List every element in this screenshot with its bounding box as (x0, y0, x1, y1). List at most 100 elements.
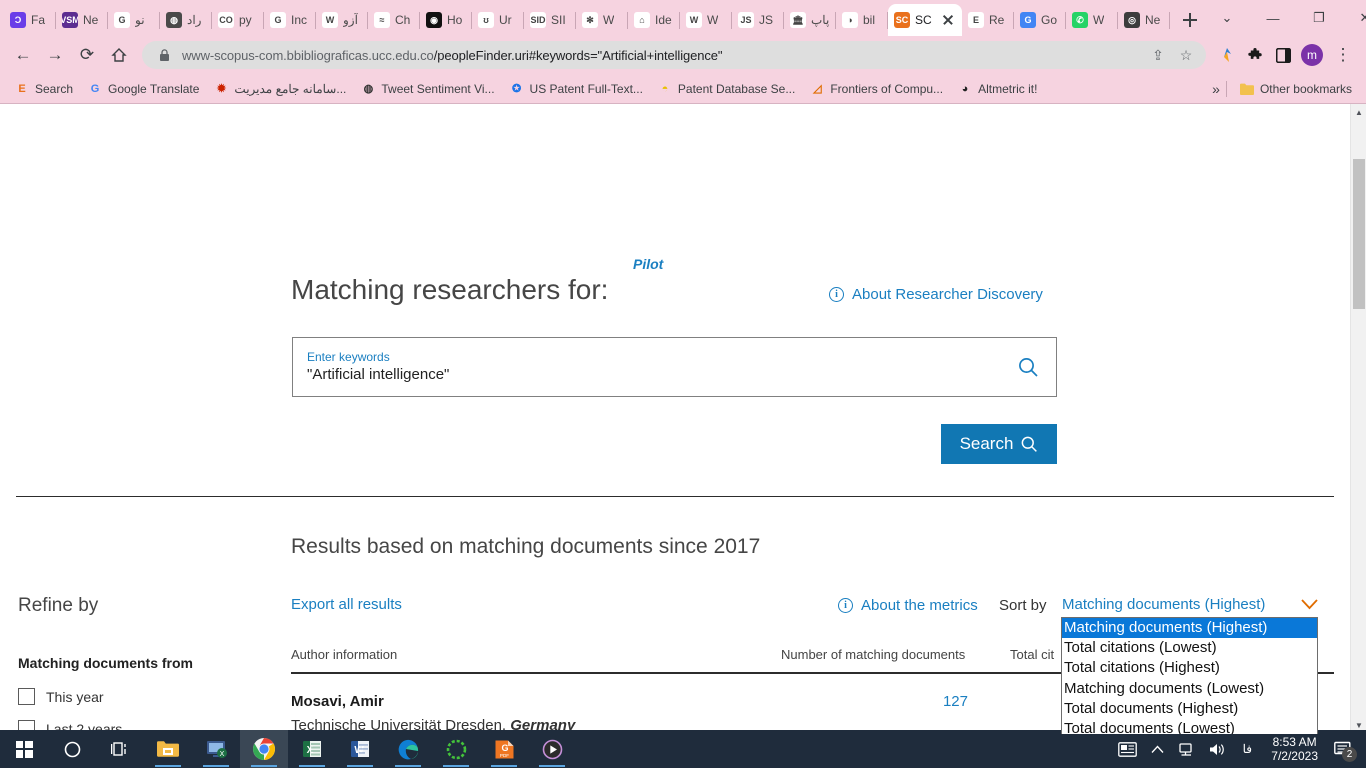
page-scrollbar[interactable]: ▲ ▼ (1350, 104, 1366, 734)
filter-this-year[interactable]: This year (18, 688, 104, 705)
other-bookmarks-label: Other bookmarks (1259, 81, 1352, 96)
browser-tab[interactable]: G Inc (264, 4, 316, 36)
chrome-menu-button[interactable]: ⋮ (1328, 40, 1358, 70)
browser-tab[interactable]: E Re (962, 4, 1014, 36)
task-view-icon[interactable] (96, 730, 144, 768)
bookmark-item[interactable]: ◍ Tweet Sentiment Vi... (354, 78, 500, 100)
export-all-results-link[interactable]: Export all results (291, 596, 402, 613)
search-button[interactable]: Search (941, 424, 1057, 464)
minimize-button[interactable]: — (1250, 3, 1296, 33)
forward-button[interactable]: → (40, 40, 70, 70)
browser-tab[interactable]: CO py (212, 4, 264, 36)
address-bar[interactable]: www-scopus-com.bbibliograficas.ucc.edu.c… (142, 41, 1206, 69)
extensions-puzzle-icon[interactable] (1242, 42, 1268, 68)
start-button[interactable] (0, 730, 48, 768)
tab-title: SC (915, 13, 932, 27)
tab-strip: Ɔ Fa VSM Ne G نو ◍ راد CO py G Inc W آزو ≈ Ch ◉ Ho ʊ Ur SID S… (0, 0, 1366, 36)
media-player-icon[interactable] (528, 730, 576, 768)
reload-button[interactable]: ⟳ (72, 40, 102, 70)
browser-tab[interactable]: ⌂ Ide (628, 4, 680, 36)
browser-tab[interactable]: ◎ Ne (1118, 4, 1170, 36)
section-divider (16, 496, 1334, 497)
bookmark-item[interactable]: ◓ Patent Database Se... (651, 78, 801, 100)
maximize-button[interactable]: ❐ (1296, 3, 1342, 33)
other-bookmarks-button[interactable]: Other bookmarks (1233, 78, 1358, 100)
pdf-icon[interactable]: G PDF (480, 730, 528, 768)
browser-tab[interactable]: 🏛 پاپ (784, 4, 836, 36)
bookmark-item[interactable]: ✹ سامانه جامع مدیریت... (207, 78, 352, 100)
bookmarks-overflow-button[interactable]: » (1212, 81, 1220, 97)
browser-tab[interactable]: ✆ W (1066, 4, 1118, 36)
bookmark-item[interactable]: ◿ Frontiers of Compu... (803, 78, 949, 100)
matching-documents-value[interactable]: 127 (900, 693, 968, 710)
sort-select-value[interactable]: Matching documents (Highest) (1062, 596, 1265, 613)
browser-tab[interactable]: SID SII (524, 4, 576, 36)
bookmark-star-icon[interactable]: ☆ (1176, 45, 1196, 65)
bookmark-item[interactable]: ✪ US Patent Full-Text... (503, 78, 649, 100)
show-hidden-icons-chevron[interactable] (1143, 730, 1171, 768)
profile-avatar[interactable]: m (1301, 44, 1323, 66)
back-button[interactable]: ← (8, 40, 38, 70)
sort-option[interactable]: Total citations (Lowest) (1062, 638, 1317, 658)
browser-tab[interactable]: JS JS (732, 4, 784, 36)
excel-icon[interactable]: X (288, 730, 336, 768)
language-indicator[interactable]: فا (1233, 730, 1261, 768)
mendeley-icon[interactable] (432, 730, 480, 768)
network-icon[interactable] (1173, 730, 1201, 768)
chevron-down-icon[interactable] (1301, 597, 1318, 614)
browser-tab[interactable]: ʊ Ur (472, 4, 524, 36)
news-and-interests-icon[interactable] (1113, 730, 1141, 768)
sort-option[interactable]: Matching documents (Lowest) (1062, 679, 1317, 699)
notifications-button[interactable]: 2 (1328, 730, 1358, 768)
search-input[interactable]: "Artificial intelligence" (307, 365, 1000, 385)
close-window-button[interactable]: ✕ (1342, 3, 1366, 33)
bookmark-item[interactable]: ◕ Altmetric it! (951, 78, 1043, 100)
browser-tab[interactable]: ◉ Ho (420, 4, 472, 36)
browser-tab-active[interactable]: SC SC (888, 4, 962, 36)
browser-tab[interactable]: ✻ W (576, 4, 628, 36)
tab-search-button[interactable]: ⌄ (1204, 3, 1250, 33)
word-icon[interactable]: W (336, 730, 384, 768)
about-researcher-discovery-link[interactable]: i About Researcher Discovery (829, 286, 1043, 303)
extension-icon-1[interactable] (1214, 42, 1240, 68)
home-button[interactable] (104, 40, 134, 70)
bookmark-item[interactable]: G Google Translate (81, 78, 205, 100)
browser-tab[interactable]: ◍ راد (160, 4, 212, 36)
table-row[interactable]: Mosavi, Amir (291, 693, 384, 710)
search-icon[interactable] (48, 730, 96, 768)
search-magnifier-icon[interactable] (1000, 356, 1056, 378)
side-panel-icon[interactable] (1270, 42, 1296, 68)
sort-dropdown-list[interactable]: Matching documents (Highest) Total citati… (1061, 617, 1318, 734)
browser-tab[interactable]: G نو (108, 4, 160, 36)
author-name[interactable]: Mosavi, Amir (291, 693, 384, 710)
browser-tab[interactable]: ≈ Ch (368, 4, 420, 36)
scroll-up-arrow[interactable]: ▲ (1351, 104, 1366, 121)
checkbox[interactable] (18, 688, 35, 705)
new-tab-button[interactable] (1176, 6, 1204, 34)
close-tab-icon[interactable] (940, 12, 956, 28)
sort-option[interactable]: Total documents (Highest) (1062, 699, 1317, 719)
browser-tab[interactable]: ◑ bil (836, 4, 888, 36)
file-explorer-icon[interactable] (144, 730, 192, 768)
browser-tab[interactable]: WW (680, 4, 732, 36)
browser-tab[interactable]: G Go (1014, 4, 1066, 36)
remote-desktop-icon[interactable]: X (192, 730, 240, 768)
share-icon[interactable]: ⇪ (1148, 45, 1168, 65)
about-the-metrics-link[interactable]: i About the metrics (838, 597, 978, 614)
scrollbar-thumb[interactable] (1353, 159, 1365, 309)
bookmark-item[interactable]: E Search (8, 78, 79, 100)
globe-icon: ◍ (166, 12, 182, 28)
browser-tab[interactable]: VSM Ne (56, 4, 108, 36)
keyword-search-box[interactable]: Enter keywords "Artificial intelligence" (292, 337, 1057, 397)
sort-option[interactable]: Total documents (Lowest) (1062, 719, 1317, 734)
clock[interactable]: 8:53 AM 7/2/2023 (1263, 735, 1326, 763)
edge-icon[interactable] (384, 730, 432, 768)
chrome-icon[interactable] (240, 730, 288, 768)
sort-option[interactable]: Total citations (Highest) (1062, 658, 1317, 678)
browser-tab[interactable]: W آزو (316, 4, 368, 36)
sort-option[interactable]: Matching documents (Highest) (1062, 618, 1317, 639)
sort-by-label: Sort by (999, 597, 1047, 614)
volume-icon[interactable] (1203, 730, 1231, 768)
svg-text:X: X (219, 751, 224, 758)
browser-tab[interactable]: Ɔ Fa (4, 4, 56, 36)
